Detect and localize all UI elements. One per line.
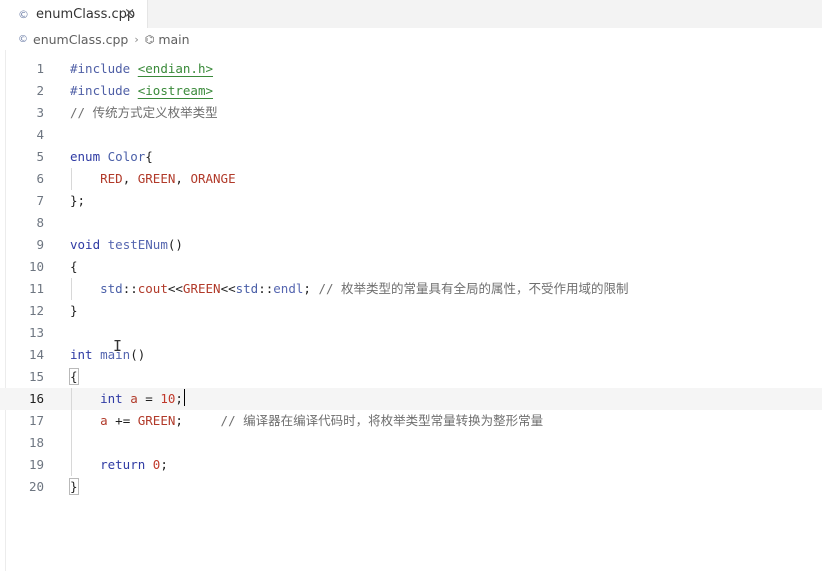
- line-number: 11: [28, 281, 44, 296]
- code-line[interactable]: 5 enum Color{: [0, 146, 822, 168]
- code-line[interactable]: 1 #include <endian.h>: [0, 58, 822, 80]
- code-text[interactable]: void testENum(): [70, 234, 183, 256]
- code-text[interactable]: return 0;: [70, 454, 168, 476]
- tab-enumclass-cpp[interactable]: © enumClass.cpp ×: [0, 0, 148, 28]
- line-number: 12: [28, 303, 44, 318]
- code-line[interactable]: 3 // 传统方式定义枚举类型: [0, 102, 822, 124]
- code-text[interactable]: std::cout<<GREEN<<std::endl; // 枚举类型的常量具…: [70, 278, 628, 300]
- line-number: 16: [28, 391, 44, 406]
- code-line[interactable]: 9 void testENum(): [0, 234, 822, 256]
- code-line[interactable]: 13: [0, 322, 822, 344]
- code-line[interactable]: 16 int a = 10;: [0, 388, 822, 410]
- code-line[interactable]: 14 int main(): [0, 344, 822, 366]
- code-text[interactable]: int main(): [70, 344, 145, 366]
- tab-label: enumClass.cpp: [36, 6, 136, 22]
- close-icon[interactable]: ×: [124, 6, 135, 21]
- code-line[interactable]: 7};: [0, 190, 822, 212]
- code-text[interactable]: };: [70, 190, 85, 212]
- indent-guide: [71, 278, 72, 300]
- line-number: 7: [36, 193, 44, 208]
- code-text[interactable]: #include <endian.h>: [70, 58, 213, 80]
- line-number: 4: [36, 127, 44, 142]
- line-number: 1: [36, 61, 44, 76]
- code-line[interactable]: 19 return 0;: [0, 454, 822, 476]
- code-line[interactable]: 8: [0, 212, 822, 234]
- code-line[interactable]: 12}: [0, 300, 822, 322]
- code-editor[interactable]: 20} 19 return 0; 18 17 a += GREEN; // 编译器在编…: [0, 58, 822, 571]
- line-number: 6: [36, 171, 44, 186]
- line-number: 2: [36, 83, 44, 98]
- indent-guide: [71, 388, 72, 476]
- breadcrumb: © enumClass.cpp › ⌬ main: [0, 28, 822, 50]
- line-number: 14: [28, 347, 44, 362]
- line-number: 5: [36, 149, 44, 164]
- code-text[interactable]: RED, GREEN, ORANGE: [70, 168, 236, 190]
- code-line[interactable]: 15 {: [0, 366, 822, 388]
- line-number: 3: [36, 105, 44, 120]
- code-text[interactable]: int a = 10;: [70, 388, 186, 410]
- line-number: 20: [28, 479, 44, 494]
- line-number: 8: [36, 215, 44, 230]
- code-line[interactable]: 11 std::cout<<GREEN<<std::endl; // 枚举类型的…: [0, 278, 822, 300]
- code-line[interactable]: 17 a += GREEN; // 编译器在编译代码时，将枚举类型常量转换为整形…: [0, 410, 822, 432]
- line-number: 9: [36, 237, 44, 252]
- code-line[interactable]: 18: [0, 432, 822, 454]
- tab-bar: © enumClass.cpp ×: [0, 0, 822, 29]
- code-text[interactable]: }: [69, 476, 79, 498]
- code-text[interactable]: enum Color{: [70, 146, 153, 168]
- line-number: 10: [28, 259, 44, 274]
- code-text[interactable]: #include <iostream>: [70, 80, 213, 102]
- code-line[interactable]: 2 #include <iostream>: [0, 80, 822, 102]
- chevron-right-icon: ›: [134, 32, 139, 46]
- code-line[interactable]: 10 {: [0, 256, 822, 278]
- code-text[interactable]: }: [70, 300, 78, 322]
- code-text[interactable]: // 传统方式定义枚举类型: [70, 102, 218, 124]
- cpp-file-icon: ©: [18, 7, 29, 21]
- code-line[interactable]: 4: [0, 124, 822, 146]
- code-line[interactable]: 6 RED, GREEN, ORANGE: [0, 168, 822, 190]
- line-number: 18: [28, 435, 44, 450]
- code-line[interactable]: 20}: [0, 476, 822, 498]
- line-number: 19: [28, 457, 44, 472]
- code-text[interactable]: {: [69, 366, 79, 388]
- text-cursor-icon: I: [113, 337, 123, 355]
- code-text[interactable]: {: [70, 256, 78, 278]
- code-text[interactable]: a += GREEN; // 编译器在编译代码时，将枚举类型常量转换为整形常量: [70, 410, 543, 432]
- line-number: 15: [28, 369, 44, 384]
- line-number: 17: [28, 413, 44, 428]
- symbol-method-icon: ⌬: [144, 32, 155, 46]
- line-number: 13: [28, 325, 44, 340]
- breadcrumb-file[interactable]: enumClass.cpp: [33, 32, 128, 47]
- breadcrumb-symbol[interactable]: main: [158, 32, 189, 47]
- indent-guide: [71, 168, 72, 190]
- cpp-file-icon: ©: [18, 33, 28, 45]
